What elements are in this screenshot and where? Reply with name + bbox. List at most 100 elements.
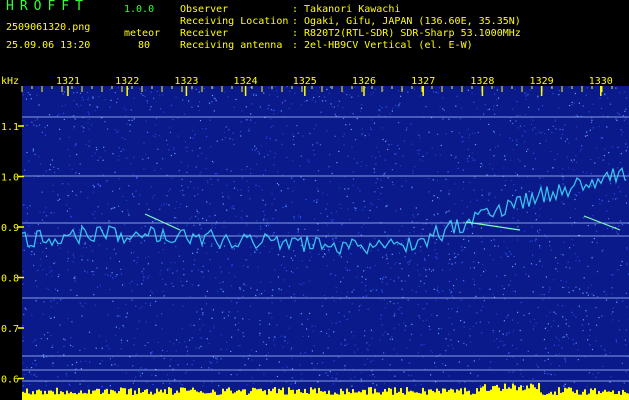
noise-dot	[177, 225, 179, 227]
noise-dot	[398, 106, 400, 108]
noise-dot	[539, 260, 541, 262]
noise-dot	[593, 238, 595, 240]
noise-dot	[504, 343, 506, 346]
noise-dot	[562, 305, 564, 307]
noise-dot	[414, 88, 416, 90]
noise-dot	[473, 267, 475, 269]
noise-dot	[24, 169, 26, 171]
noise-dot	[445, 364, 447, 366]
noise-dot	[512, 122, 514, 125]
noise-dot	[76, 153, 78, 156]
noise-dot	[283, 335, 285, 337]
noise-dot	[547, 170, 549, 172]
noise-dot	[367, 217, 369, 219]
signal-bar	[176, 390, 178, 400]
noise-dot	[566, 335, 569, 337]
noise-dot	[258, 153, 260, 155]
noise-dot	[37, 269, 39, 271]
noise-dot	[490, 361, 492, 363]
noise-dot	[423, 344, 425, 346]
noise-dot	[82, 306, 84, 308]
noise-dot	[399, 306, 401, 308]
signal-bar	[88, 389, 90, 400]
noise-dot	[605, 353, 607, 356]
noise-dot	[527, 350, 529, 352]
noise-dot	[357, 187, 359, 189]
noise-dot	[348, 188, 350, 190]
noise-dot	[114, 207, 116, 209]
noise-dot	[32, 150, 34, 152]
noise-dot	[32, 341, 34, 343]
signal-bar	[32, 391, 34, 400]
noise-dot	[550, 151, 552, 153]
noise-dot	[453, 285, 455, 287]
noise-dot	[112, 300, 114, 302]
noise-dot	[157, 341, 159, 344]
noise-dot	[604, 93, 606, 95]
noise-dot	[357, 348, 359, 350]
noise-dot	[112, 364, 114, 366]
noise-dot	[524, 130, 526, 132]
signal-bar	[256, 389, 258, 400]
noise-dot	[591, 293, 593, 295]
noise-dot	[268, 251, 271, 253]
noise-dot	[179, 190, 181, 192]
noise-dot	[63, 338, 65, 340]
noise-dot	[526, 150, 528, 153]
signal-bar	[292, 389, 294, 400]
noise-dot	[297, 231, 299, 233]
noise-dot	[522, 375, 524, 378]
noise-dot	[138, 321, 140, 323]
noise-dot	[556, 153, 558, 155]
noise-dot	[581, 145, 583, 147]
noise-dot	[169, 340, 171, 342]
noise-dot	[406, 262, 409, 264]
noise-dot	[182, 194, 184, 196]
noise-dot	[162, 382, 164, 384]
noise-dot	[331, 106, 333, 108]
noise-dot	[393, 327, 395, 329]
noise-dot	[251, 359, 253, 361]
noise-dot	[33, 124, 35, 126]
noise-dot	[519, 329, 521, 332]
noise-dot	[84, 302, 86, 305]
noise-dot	[612, 311, 614, 313]
noise-dot	[210, 146, 212, 148]
noise-dot	[121, 342, 123, 344]
noise-dot	[475, 312, 478, 314]
noise-dot	[420, 246, 422, 248]
noise-dot	[175, 350, 177, 352]
noise-dot	[571, 103, 573, 106]
noise-dot	[424, 259, 426, 261]
noise-dot	[271, 193, 273, 195]
noise-dot	[535, 264, 537, 266]
noise-dot	[259, 252, 261, 254]
noise-dot	[577, 349, 579, 351]
noise-dot	[177, 117, 179, 119]
noise-dot	[293, 293, 295, 295]
noise-dot	[364, 206, 366, 208]
noise-dot	[256, 219, 258, 222]
noise-dot	[293, 250, 295, 252]
noise-dot	[585, 94, 587, 96]
signal-bar	[312, 389, 314, 400]
noise-dot	[469, 182, 471, 184]
noise-dot	[480, 166, 482, 168]
noise-dot	[457, 253, 459, 256]
noise-dot	[611, 287, 613, 289]
noise-dot	[573, 244, 575, 246]
noise-dot	[255, 147, 257, 150]
noise-dot	[280, 190, 282, 192]
noise-dot	[511, 108, 514, 110]
noise-dot	[132, 194, 134, 196]
noise-dot	[616, 299, 618, 301]
noise-dot	[503, 241, 505, 243]
noise-dot	[288, 327, 290, 329]
noise-dot	[174, 379, 176, 381]
noise-dot	[239, 344, 241, 346]
noise-dot	[62, 112, 65, 114]
noise-dot	[512, 290, 514, 292]
signal-bar	[500, 390, 502, 400]
noise-dot	[400, 306, 402, 309]
noise-dot	[360, 304, 362, 306]
